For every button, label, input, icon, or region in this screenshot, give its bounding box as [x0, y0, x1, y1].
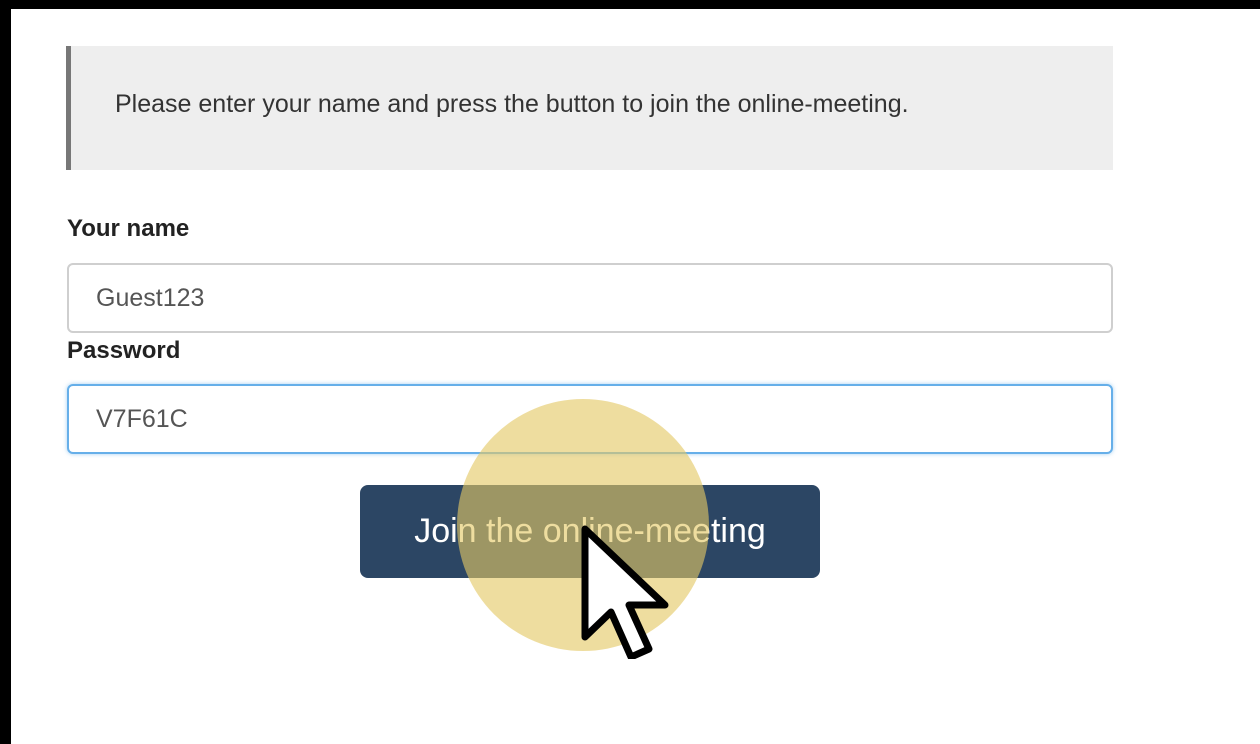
join-meeting-button[interactable]: Join the online-meeting	[360, 485, 820, 578]
name-input[interactable]	[67, 263, 1113, 333]
password-input[interactable]	[67, 384, 1113, 454]
instruction-notice: Please enter your name and press the but…	[66, 46, 1113, 170]
password-label: Password	[67, 337, 181, 364]
meeting-join-panel: Please enter your name and press the but…	[11, 9, 1260, 744]
name-label: Your name	[67, 215, 190, 242]
instruction-text: Please enter your name and press the but…	[115, 90, 909, 118]
